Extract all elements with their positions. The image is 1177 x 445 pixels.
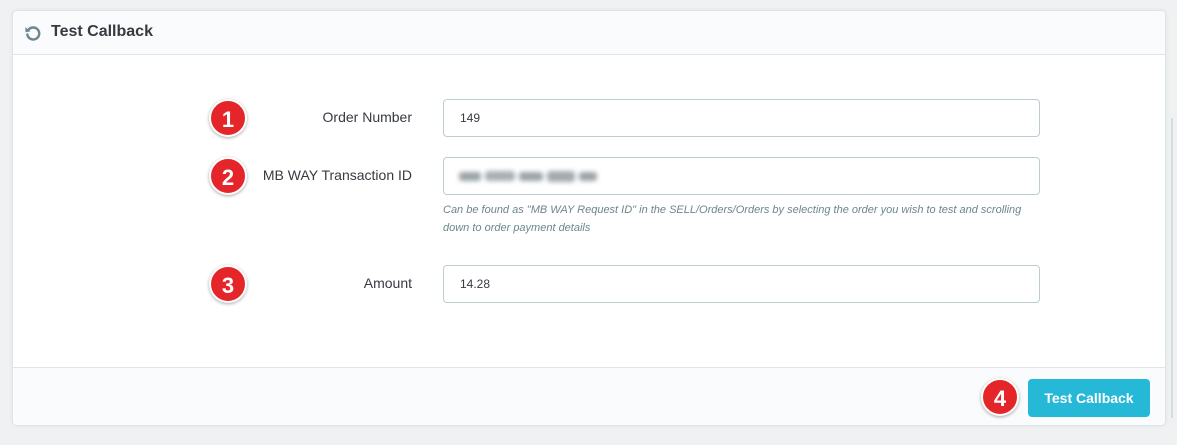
step-badge-2: 2 xyxy=(209,157,247,195)
scrollbar[interactable] xyxy=(1171,118,1173,418)
amount-input[interactable] xyxy=(443,265,1040,303)
refresh-icon xyxy=(25,26,41,41)
transaction-id-label: MB WAY Transaction ID xyxy=(262,167,412,183)
order-number-row: 1 Order Number xyxy=(13,99,1165,139)
step-badge-3: 3 xyxy=(209,265,247,303)
test-callback-button[interactable]: Test Callback xyxy=(1028,379,1150,417)
test-callback-panel: Test Callback 1 Order Number 2 MB WAY Tr… xyxy=(12,10,1166,426)
order-number-input[interactable] xyxy=(443,99,1040,137)
transaction-id-input[interactable] xyxy=(443,157,1040,195)
step-badge-1: 1 xyxy=(209,99,247,137)
amount-label: Amount xyxy=(363,275,412,291)
transaction-id-help: Can be found as "MB WAY Request ID" in t… xyxy=(443,204,1022,234)
panel-header: Test Callback xyxy=(13,11,1165,55)
transaction-id-row: 2 MB WAY Transaction ID Can be found as … xyxy=(13,157,1165,241)
panel-title: Test Callback xyxy=(51,23,153,40)
step-badge-4: 4 xyxy=(981,378,1019,416)
panel-footer: 4 Test Callback xyxy=(13,367,1165,425)
amount-row: 3 Amount xyxy=(13,265,1165,305)
order-number-label: Order Number xyxy=(322,109,412,125)
